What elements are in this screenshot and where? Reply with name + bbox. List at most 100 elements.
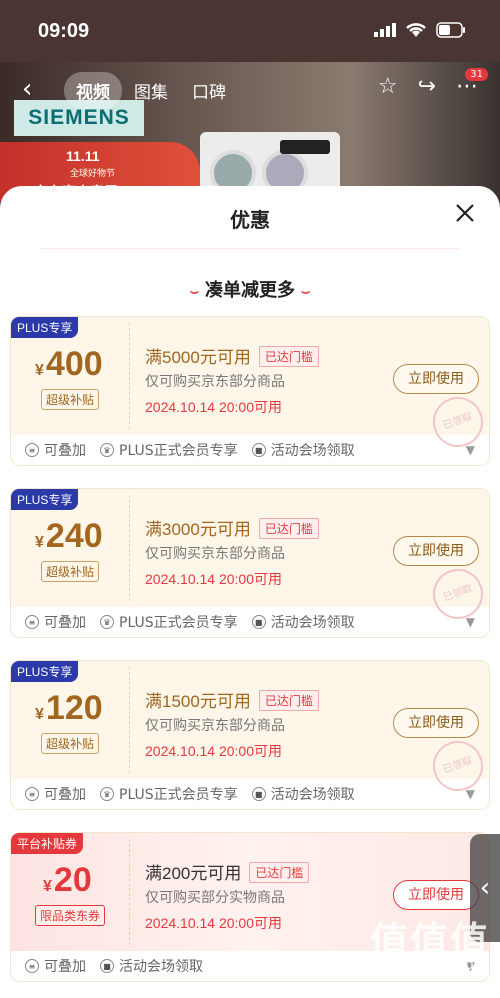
coupon-date: 2024.10.14 20:00可用 xyxy=(145,743,282,759)
sheet-title: 优惠 xyxy=(230,208,270,232)
status-icons xyxy=(374,22,466,38)
battery-icon xyxy=(436,22,465,38)
arc-left-icon: ⌣ xyxy=(189,284,199,300)
coupon-sublabel: 超级补贴 xyxy=(41,389,100,410)
footer-text: 活动会场领取 xyxy=(270,787,355,803)
coupon-value: 400 xyxy=(45,345,103,383)
use-now-button[interactable]: 立即使用 xyxy=(393,364,479,394)
footer-item: ≡ 可叠加 xyxy=(25,612,86,632)
venue-icon: ■ xyxy=(251,787,266,801)
footer-text: PLUS正式会员专享 xyxy=(119,787,238,803)
currency-symbol: ¥ xyxy=(35,362,44,379)
coupon-condition-text: 满3000元可用 xyxy=(145,520,251,539)
wifi-icon xyxy=(406,23,426,37)
venue-icon: ■ xyxy=(251,615,266,629)
footer-text: PLUS正式会员专享 xyxy=(119,615,238,631)
footer-text: 可叠加 xyxy=(44,443,86,459)
footer-text: PLUS正式会员专享 xyxy=(119,443,238,459)
coupon-card: PLUS专享 ¥240 超级补贴 满3000元可用 已达门槛 仅可购买京东部分商品… xyxy=(10,488,491,638)
media-tabs: 视频 图集 口碑 xyxy=(64,72,238,109)
use-now-button[interactable]: 立即使用 xyxy=(393,536,479,566)
coupon-amount: ¥120 xyxy=(35,689,103,728)
footer-item: ■ 活动会场领取 xyxy=(100,956,203,976)
stack-icon: ≡ xyxy=(25,443,39,457)
coupon-sublabel: 超级补贴 xyxy=(41,561,100,582)
use-now-button[interactable]: 立即使用 xyxy=(393,880,479,910)
message-badge: 31 xyxy=(465,68,488,81)
coupon-footer[interactable]: ≡ 可叠加 ♛ PLUS正式会员专享 ■ 活动会场领取 ▼ xyxy=(11,607,489,637)
currency-symbol: ¥ xyxy=(35,534,44,551)
share-icon[interactable]: ↪ xyxy=(418,74,436,99)
favorite-star-icon[interactable]: ☆ xyxy=(378,74,398,99)
footer-text: 可叠加 xyxy=(44,959,86,975)
coupon-date: 2024.10.14 20:00可用 xyxy=(145,915,282,931)
signal-icon xyxy=(374,23,396,37)
coupon-value: 240 xyxy=(45,517,103,555)
coupon-condition: 满200元可用 已达门槛 xyxy=(145,859,310,884)
coupon-tag: PLUS专享 xyxy=(11,317,79,338)
tab-reviews[interactable]: 口碑 xyxy=(180,72,238,109)
coupon-amount: ¥400 xyxy=(35,345,103,384)
coupon-date: 2024.10.14 20:00可用 xyxy=(145,571,282,587)
top-nav: ‹ 视频 图集 口碑 ☆ ↪ ⋯ 31 xyxy=(0,62,500,114)
chevron-down-icon[interactable]: ▼ xyxy=(466,443,475,457)
footer-item: ≡ 可叠加 xyxy=(25,956,86,976)
footer-item: ♛ PLUS正式会员专享 xyxy=(100,440,238,460)
tab-video[interactable]: 视频 xyxy=(64,72,122,109)
coupon-condition: 满3000元可用 已达门槛 xyxy=(145,515,319,540)
footer-item: ≡ 可叠加 xyxy=(25,784,86,804)
threshold-reached-badge: 已达门槛 xyxy=(258,518,319,539)
currency-symbol: ¥ xyxy=(43,878,52,895)
nav-actions: ☆ ↪ ⋯ xyxy=(378,74,478,99)
coupon-condition-text: 满5000元可用 xyxy=(145,348,251,367)
crown-icon: ♛ xyxy=(100,787,114,801)
chevron-left-icon: ‹ xyxy=(479,873,491,903)
stack-icon: ≡ xyxy=(25,615,39,629)
promo-logo: 11.11 xyxy=(66,148,100,164)
threshold-reached-badge: 已达门槛 xyxy=(249,862,310,883)
coupon-amount: ¥240 xyxy=(35,517,103,556)
crown-icon: ♛ xyxy=(100,443,114,457)
use-now-button[interactable]: 立即使用 xyxy=(393,708,479,738)
coupon-condition-text: 满1500元可用 xyxy=(145,692,251,711)
chevron-down-icon[interactable]: ▼ xyxy=(466,615,475,629)
chevron-down-icon[interactable]: ▼ xyxy=(466,787,475,801)
close-icon[interactable] xyxy=(454,202,476,224)
coupon-separator xyxy=(129,667,130,773)
section-title-text: 凑单减更多 xyxy=(205,280,295,301)
footer-item: ♛ PLUS正式会员专享 xyxy=(100,784,238,804)
coupon-tag: PLUS专享 xyxy=(11,661,79,682)
threshold-reached-badge: 已达门槛 xyxy=(258,346,319,367)
coupon-footer[interactable]: ≡ 可叠加 ♛ PLUS正式会员专享 ■ 活动会场领取 ▼ xyxy=(11,435,489,465)
coupon-separator xyxy=(129,839,130,945)
back-icon[interactable]: ‹ xyxy=(22,74,32,104)
footer-item: ♛ PLUS正式会员专享 xyxy=(100,612,238,632)
coupon-scope: 仅可购买京东部分商品 xyxy=(145,374,285,390)
status-bar: 09:09 xyxy=(0,0,500,62)
promo-subtitle: 全球好物节 xyxy=(70,169,116,179)
coupon-sublabel: 限品类东券 xyxy=(35,905,106,926)
coupon-condition: 满1500元可用 已达门槛 xyxy=(145,687,319,712)
coupon-value: 20 xyxy=(53,861,92,899)
coupon-card: PLUS专享 ¥400 超级补贴 满5000元可用 已达门槛 仅可购买京东部分商品… xyxy=(10,316,491,466)
coupon-footer[interactable]: ≡ 可叠加 ♛ PLUS正式会员专享 ■ 活动会场领取 ▼ xyxy=(11,779,489,809)
tab-gallery[interactable]: 图集 xyxy=(122,72,180,109)
coupon-condition: 满5000元可用 已达门槛 xyxy=(145,343,319,368)
coupon-separator xyxy=(129,495,130,601)
coupon-tag: 平台补贴券 xyxy=(11,833,84,854)
status-time: 09:09 xyxy=(38,20,90,42)
coupon-date: 2024.10.14 20:00可用 xyxy=(145,399,282,415)
coupon-sheet: 优惠 ⌣ 凑单减更多 ⌣ PLUS专享 ¥400 超级补贴 满5000元可用 已达门槛… xyxy=(0,186,500,998)
washer-panel-image xyxy=(280,140,330,154)
coupon-card: PLUS专享 ¥120 超级补贴 满1500元可用 已达门槛 仅可购买京东部分商品… xyxy=(10,660,491,810)
crown-icon: ♛ xyxy=(100,615,114,629)
stack-icon: ≡ xyxy=(25,959,39,973)
footer-text: 可叠加 xyxy=(44,615,86,631)
venue-icon: ■ xyxy=(100,959,114,973)
stack-icon: ≡ xyxy=(25,787,39,801)
footer-text: 活动会场领取 xyxy=(270,443,355,459)
coupon-scope: 仅可购买京东部分商品 xyxy=(145,718,285,734)
footer-item: ≡ 可叠加 xyxy=(25,440,86,460)
coupon-value: 120 xyxy=(45,689,103,727)
threshold-reached-badge: 已达门槛 xyxy=(258,690,319,711)
